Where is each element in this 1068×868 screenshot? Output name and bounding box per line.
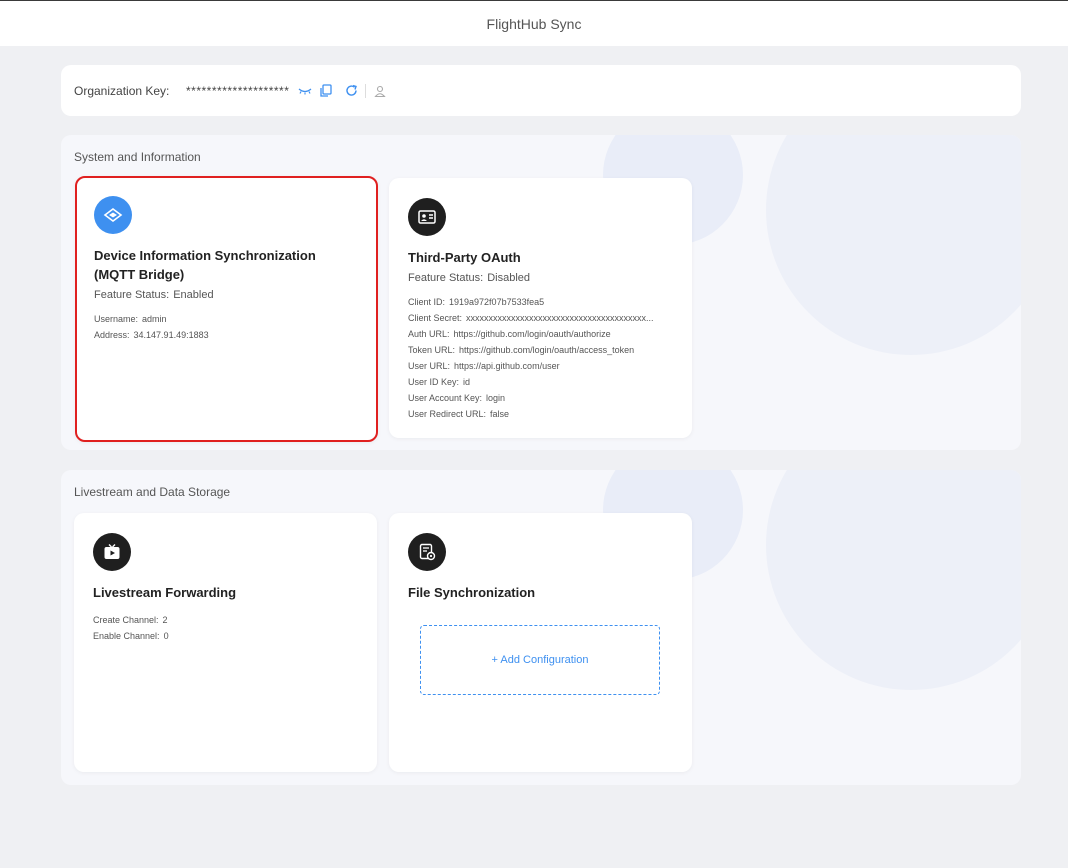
third-party-oauth-card[interactable]: Third-Party OAuth Feature Status: Disable… — [389, 178, 692, 438]
background-decoration — [766, 135, 1021, 355]
status-label: Feature Status: — [408, 272, 484, 284]
field-user-account-key: User Account Key: login — [408, 390, 673, 406]
field-value: https://github.com/login/oauth/access_to… — [459, 345, 635, 355]
file-settings-icon — [408, 533, 446, 571]
top-bar: FlightHub Sync — [0, 0, 1068, 46]
field-enable-channel: Enable Channel: 0 — [93, 628, 358, 644]
field-key: Auth URL: — [408, 329, 450, 339]
field-token-url: Token URL: https://github.com/login/oauth… — [408, 342, 673, 358]
field-key: Create Channel: — [93, 615, 159, 625]
field-key: Token URL: — [408, 345, 456, 355]
field-username: Username: admin — [94, 311, 359, 327]
mqtt-bridge-card[interactable]: Device Information Synchronization (MQTT… — [75, 176, 378, 442]
status-value: Enabled — [173, 289, 214, 301]
field-key: Client ID: — [408, 297, 446, 307]
system-information-section: System and Information Device Informatio… — [61, 135, 1021, 450]
status-value: Disabled — [487, 272, 531, 284]
field-value: 34.147.91.49:1883 — [133, 330, 209, 340]
id-card-icon — [408, 198, 446, 236]
field-key: User URL: — [408, 361, 451, 371]
field-user-redirect-url: User Redirect URL: false — [408, 406, 673, 422]
refresh-icon[interactable] — [343, 83, 359, 99]
field-value: https://github.com/login/oauth/authorize — [453, 329, 611, 339]
field-key: Username: — [94, 314, 139, 324]
feature-status: Feature Status: Disabled — [408, 272, 673, 284]
livestream-data-storage-section: Livestream and Data Storage Livestream F… — [61, 470, 1021, 785]
field-auth-url: Auth URL: https://github.com/login/oauth/… — [408, 326, 673, 342]
card-title: File Synchronization — [408, 585, 536, 600]
divider — [365, 83, 367, 98]
field-key: User ID Key: — [408, 377, 460, 387]
field-list: Create Channel: 2 Enable Channel: 0 — [93, 612, 358, 644]
card-title: Third-Party OAuth — [408, 250, 521, 265]
field-value: https://api.github.com/user — [454, 361, 560, 371]
card-title: Livestream Forwarding — [93, 585, 237, 600]
field-list: Username: admin Address: 34.147.91.49:1883 — [94, 311, 359, 343]
field-user-id-key: User ID Key: id — [408, 374, 673, 390]
field-list: Client ID: 1919a972f07b7533fea5 Client Se… — [408, 294, 673, 422]
field-value: 2 — [162, 615, 168, 625]
field-key: Address: — [94, 330, 130, 340]
sync-layers-icon — [94, 196, 132, 234]
field-value: 0 — [163, 631, 169, 641]
field-key: Client Secret: — [408, 313, 463, 323]
organization-key-label: Organization Key: — [74, 83, 170, 98]
background-decoration — [766, 470, 1021, 690]
feature-status: Feature Status: Enabled — [94, 289, 359, 301]
field-value: xxxxxxxxxxxxxxxxxxxxxxxxxxxxxxxxxxxxxxxx… — [466, 313, 654, 323]
file-synchronization-card[interactable]: File Synchronization + Add Configuration — [389, 513, 692, 772]
field-key: Enable Channel: — [93, 631, 160, 641]
card-title: Device Information Synchronization (MQTT… — [94, 248, 316, 282]
app-title: FlightHub Sync — [486, 15, 582, 32]
field-value: id — [463, 377, 471, 387]
add-configuration-button[interactable]: + Add Configuration — [420, 625, 660, 695]
field-client-id: Client ID: 1919a972f07b7533fea5 — [408, 294, 673, 310]
field-value: admin — [142, 314, 167, 324]
field-value: 1919a972f07b7533fea5 — [449, 297, 545, 307]
field-create-channel: Create Channel: 2 — [93, 612, 358, 628]
copy-icon[interactable] — [317, 83, 333, 99]
field-client-secret: Client Secret: xxxxxxxxxxxxxxxxxxxxxxxxxx… — [408, 310, 673, 326]
eye-closed-icon[interactable] — [297, 83, 313, 99]
field-key: User Redirect URL: — [408, 409, 487, 419]
status-label: Feature Status: — [94, 289, 170, 301]
user-icon[interactable] — [372, 83, 388, 99]
section-title: Livestream and Data Storage — [74, 485, 231, 499]
field-value: login — [486, 393, 506, 403]
livestream-forwarding-card[interactable]: Livestream Forwarding Create Channel: 2 E… — [74, 513, 377, 772]
organization-key-value: ******************** — [186, 83, 290, 98]
field-value: false — [490, 409, 510, 419]
section-title: System and Information — [74, 150, 201, 164]
field-user-url: User URL: https://api.github.com/user — [408, 358, 673, 374]
organization-key-bar: Organization Key: ******************** — [61, 65, 1021, 116]
field-key: User Account Key: — [408, 393, 483, 403]
tv-play-icon — [93, 533, 131, 571]
field-address: Address: 34.147.91.49:1883 — [94, 327, 359, 343]
